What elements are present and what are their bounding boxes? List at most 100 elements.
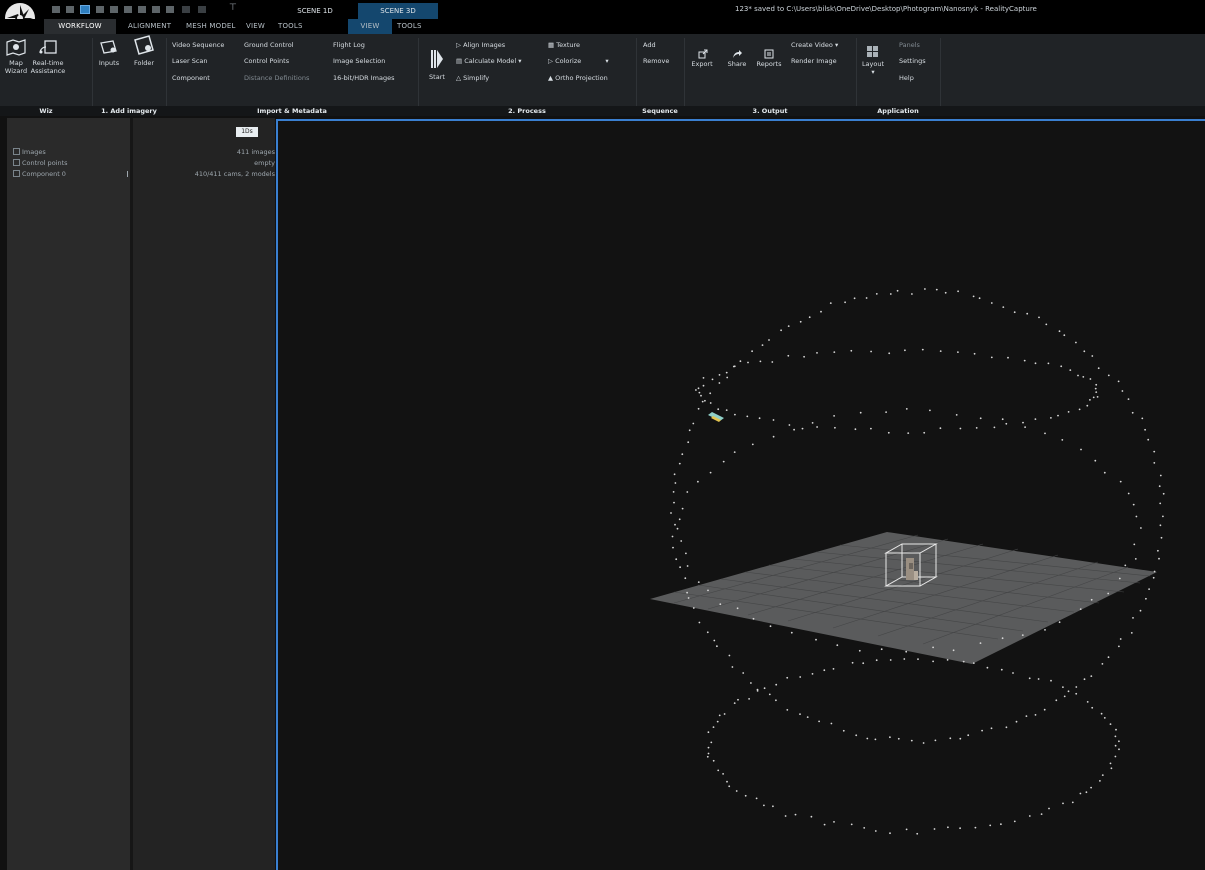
create-video-button[interactable]: Create Video ▾ (791, 41, 838, 49)
folder-button[interactable]: Folder (129, 34, 159, 67)
align-images-button[interactable]: ▷ Align Images (456, 41, 505, 49)
panels-button[interactable]: Panels (899, 41, 920, 49)
camera-point (674, 482, 677, 484)
layout-icon-3[interactable] (80, 5, 90, 14)
distance-definitions-button[interactable]: Distance Definitions (244, 74, 309, 82)
camera-point (1083, 678, 1086, 681)
camera-point (1134, 558, 1137, 560)
camera-point (1153, 450, 1156, 453)
camera-point (772, 435, 775, 438)
camera-cluster[interactable] (708, 412, 724, 422)
hdr-images-button[interactable]: 16-bit/HDR Images (333, 74, 395, 82)
share-button[interactable]: Share (724, 50, 750, 68)
colorize-button[interactable]: ▷ Colorize ▾ (548, 57, 609, 65)
tree-item-component-0[interactable]: Component 0 (13, 170, 66, 178)
texture-button[interactable]: ▦ Texture (548, 41, 580, 49)
scene-info-panel (133, 118, 275, 870)
sequence-add-button[interactable]: Add (643, 41, 656, 49)
calculate-model-button[interactable]: ▤ Calculate Model ▾ (456, 57, 522, 65)
settings-button[interactable]: Settings (899, 57, 926, 65)
tab-view[interactable]: VIEW (246, 19, 265, 34)
camera-point (897, 737, 900, 740)
component-button[interactable]: Component (172, 74, 210, 82)
info-tag[interactable]: 1Ds (236, 127, 258, 137)
camera-point (1067, 411, 1070, 413)
camera-point (932, 660, 934, 663)
tree-item-control-points[interactable]: Control points (13, 159, 68, 167)
camera-point (758, 417, 761, 420)
ground-control-button[interactable]: Ground Control (244, 41, 293, 49)
camera-point (1094, 459, 1097, 462)
camera-point (799, 713, 801, 715)
layout-icon-1[interactable] (52, 6, 60, 13)
tab-alignment[interactable]: ALIGNMENT (128, 19, 171, 34)
pin-icon[interactable]: ⊤ (229, 3, 237, 13)
camera-point (788, 424, 791, 426)
video-sequence-button[interactable]: Video Sequence (172, 41, 224, 49)
ortho-projection-button[interactable]: ▲ Ortho Projection (548, 74, 608, 82)
control-points-button[interactable]: Control Points (244, 57, 289, 65)
camera-point (1133, 543, 1136, 546)
layout-icon-7[interactable] (138, 6, 146, 13)
camera-point (1045, 323, 1048, 326)
camera-point (744, 794, 747, 797)
camera-point (832, 668, 835, 670)
layout-button[interactable]: Layout ▾ (861, 46, 885, 76)
camera-point (889, 736, 891, 739)
calculate-model-dropdown-icon[interactable]: ▾ (518, 57, 521, 65)
expand-icon[interactable] (13, 159, 20, 166)
camera-point (1026, 312, 1029, 315)
layout-dropdown-icon[interactable]: ▾ (861, 68, 885, 76)
reports-button[interactable]: Reports (754, 49, 784, 68)
camera-point (858, 649, 861, 652)
camera-point (799, 676, 802, 678)
camera-point (1091, 706, 1094, 709)
tab-tools-3d[interactable]: TOOLS (397, 19, 422, 34)
layout-icon-4[interactable] (96, 6, 104, 13)
tab-view-3d[interactable]: VIEW (348, 19, 392, 34)
colorize-dropdown-icon[interactable]: ▾ (605, 57, 608, 65)
inputs-label: Inputs (98, 59, 120, 67)
image-selection-button[interactable]: Image Selection (333, 57, 385, 65)
camera-point (786, 676, 789, 679)
camera-point (862, 662, 865, 665)
help-button[interactable]: Help (899, 74, 914, 82)
sequence-remove-button[interactable]: Remove (643, 57, 669, 65)
scene-tree-panel[interactable]: Images Control points Component 0 (7, 118, 130, 870)
3d-scene[interactable] (278, 121, 1205, 870)
layout-icon-2[interactable] (66, 6, 74, 13)
tab-tools[interactable]: TOOLS (278, 19, 303, 34)
create-video-dropdown-icon[interactable]: ▾ (835, 41, 838, 49)
expand-icon[interactable] (13, 148, 20, 155)
expand-icon[interactable] (13, 170, 20, 177)
render-image-button[interactable]: Render Image (791, 57, 837, 65)
tab-scene-3d[interactable]: SCENE 3D (358, 3, 438, 19)
realtime-assistance-button[interactable]: Real-time Assistance (30, 38, 66, 75)
tab-scene-1d[interactable]: SCENE 1D (275, 3, 355, 19)
layout-icon-9[interactable] (166, 6, 174, 13)
camera-point (1107, 374, 1110, 377)
map-wizard-button[interactable]: Map Wizard (4, 38, 28, 75)
camera-point (695, 389, 697, 391)
camera-point (1063, 695, 1066, 698)
simplify-button[interactable]: △ Simplify (456, 74, 489, 82)
export-button[interactable]: Export (690, 49, 714, 68)
redo-icon[interactable] (198, 6, 206, 13)
layout-icon-6[interactable] (124, 6, 132, 13)
inputs-button[interactable]: Inputs (96, 38, 122, 67)
tree-item-label: Control points (22, 159, 68, 167)
layout-icon-5[interactable] (110, 6, 118, 13)
undo-icon[interactable] (182, 6, 190, 13)
3d-viewport[interactable] (276, 119, 1205, 870)
group-label-sequence: Sequence (642, 107, 678, 115)
start-button[interactable]: Start (426, 48, 448, 81)
layout-icon-8[interactable] (152, 6, 160, 13)
tab-mesh-model[interactable]: MESH MODEL (186, 19, 236, 34)
laser-scan-button[interactable]: Laser Scan (172, 57, 208, 65)
camera-point (1044, 629, 1046, 631)
tab-workflow[interactable]: WORKFLOW (44, 19, 116, 34)
tree-item-images[interactable]: Images (13, 148, 46, 156)
camera-point (820, 310, 822, 313)
flight-log-button[interactable]: Flight Log (333, 41, 365, 49)
share-icon (733, 50, 742, 58)
